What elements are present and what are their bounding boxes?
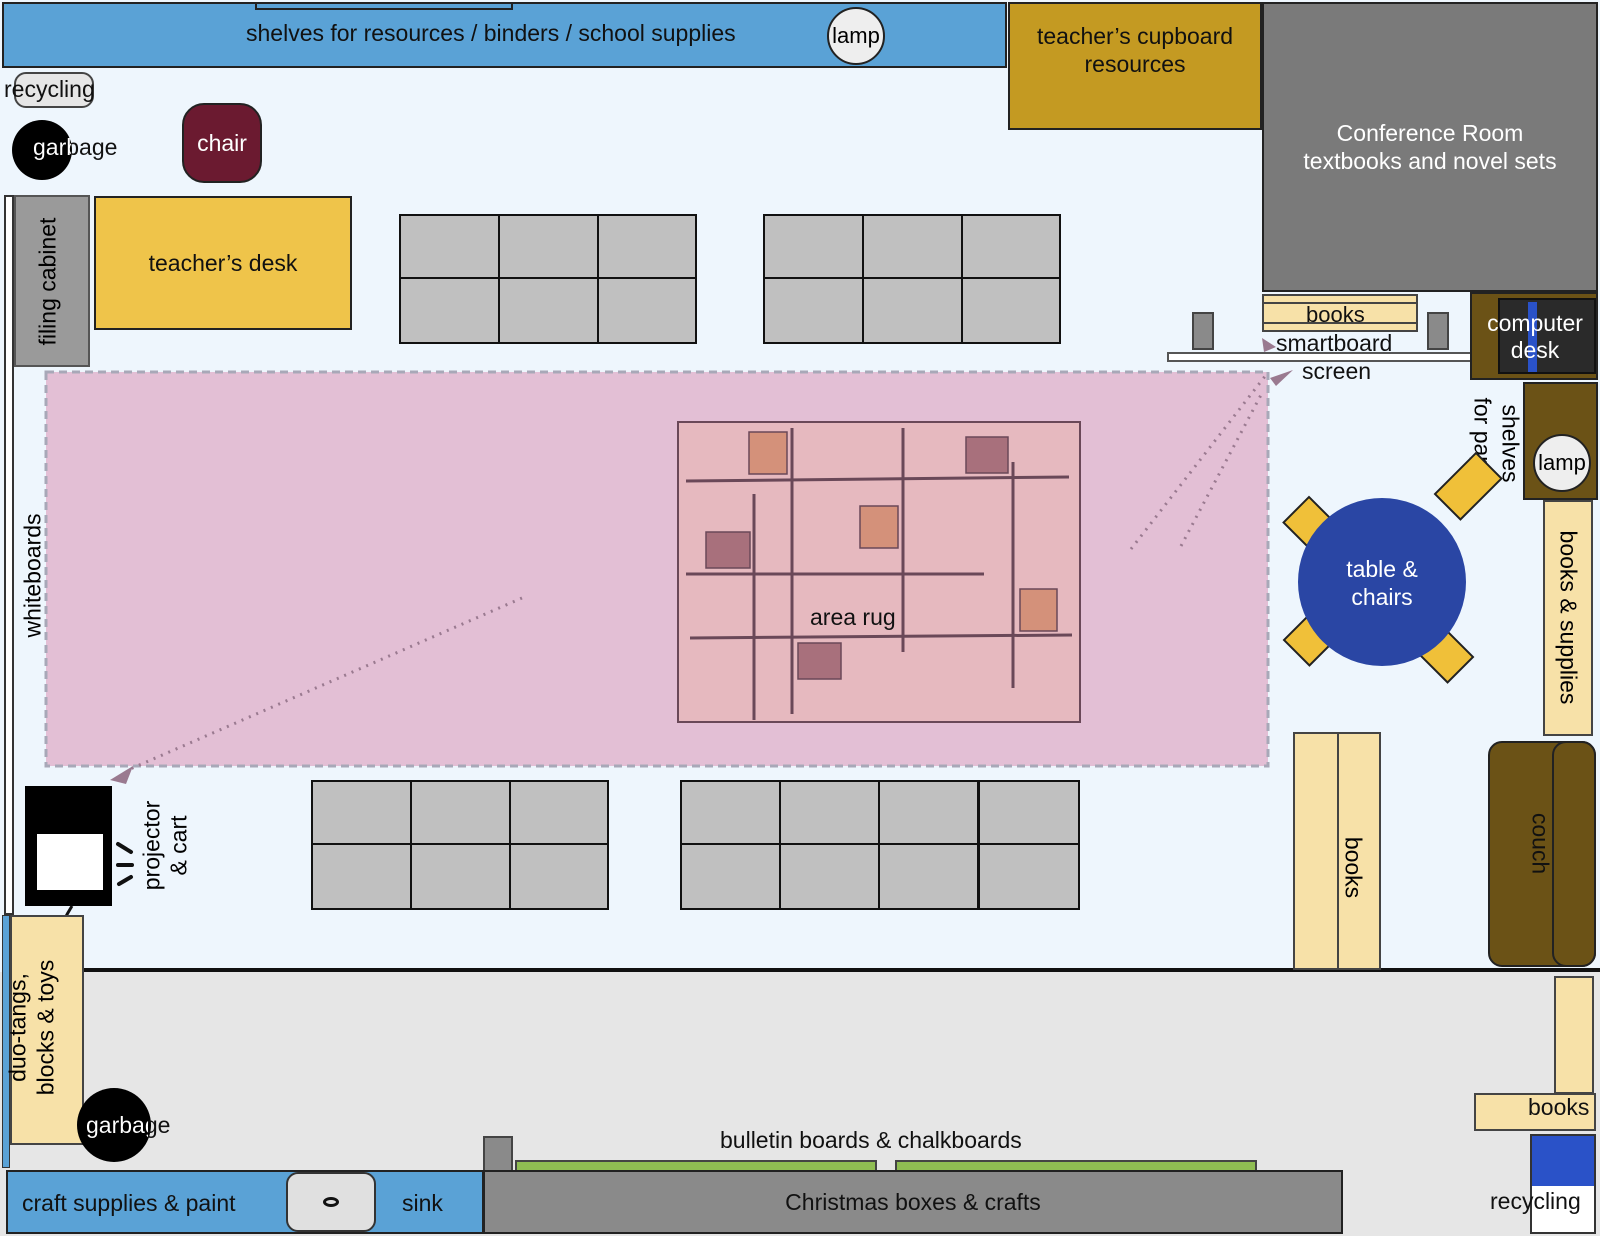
area-rug-label: area rug bbox=[810, 604, 896, 630]
recycling-bottom-label: recycling bbox=[1490, 1188, 1581, 1214]
projector-line2: & cart bbox=[165, 815, 192, 876]
table-chairs-line2: chairs bbox=[1351, 584, 1413, 610]
garbage-bottom-label: garbage bbox=[86, 1112, 170, 1139]
couch-back bbox=[1552, 741, 1596, 967]
projector-line1: projector bbox=[138, 800, 165, 891]
duo-tangs-line2: blocks & toys bbox=[32, 959, 59, 1096]
carpet-and-rug-layer bbox=[44, 338, 1503, 784]
area-rug bbox=[677, 421, 1081, 723]
garbage-bottom-label-text: garbage bbox=[86, 1112, 171, 1138]
sink-drain bbox=[323, 1197, 339, 1207]
christmas-boxes: Christmas boxes & crafts bbox=[483, 1170, 1343, 1234]
table-chairs-line1: table & bbox=[1346, 556, 1418, 582]
books-tall-label: books bbox=[1340, 836, 1367, 899]
books-bottom-right-label: books bbox=[1528, 1094, 1590, 1120]
couch-label: couch bbox=[1527, 812, 1554, 875]
sink-label: sink bbox=[402, 1190, 443, 1216]
classroom-floor-plan: shelves for resources / binders / school… bbox=[0, 0, 1600, 1236]
sink-basin bbox=[286, 1172, 376, 1232]
bulletin-boards-label: bulletin boards & chalkboards bbox=[720, 1127, 1022, 1153]
christmas-boxes-label: Christmas boxes & crafts bbox=[785, 1188, 1041, 1215]
projector-light-rays bbox=[116, 842, 134, 886]
bulletin-post bbox=[483, 1136, 513, 1172]
duo-tangs-line1: duo-tangs, bbox=[4, 973, 31, 1082]
recycling-bin-bottom-fill bbox=[1532, 1136, 1594, 1186]
carpet-zone bbox=[44, 370, 1270, 768]
books-hallway-vertical bbox=[1554, 976, 1594, 1094]
table-and-chairs: table & chairs bbox=[1300, 548, 1464, 618]
craft-supplies-label: craft supplies & paint bbox=[22, 1190, 236, 1216]
